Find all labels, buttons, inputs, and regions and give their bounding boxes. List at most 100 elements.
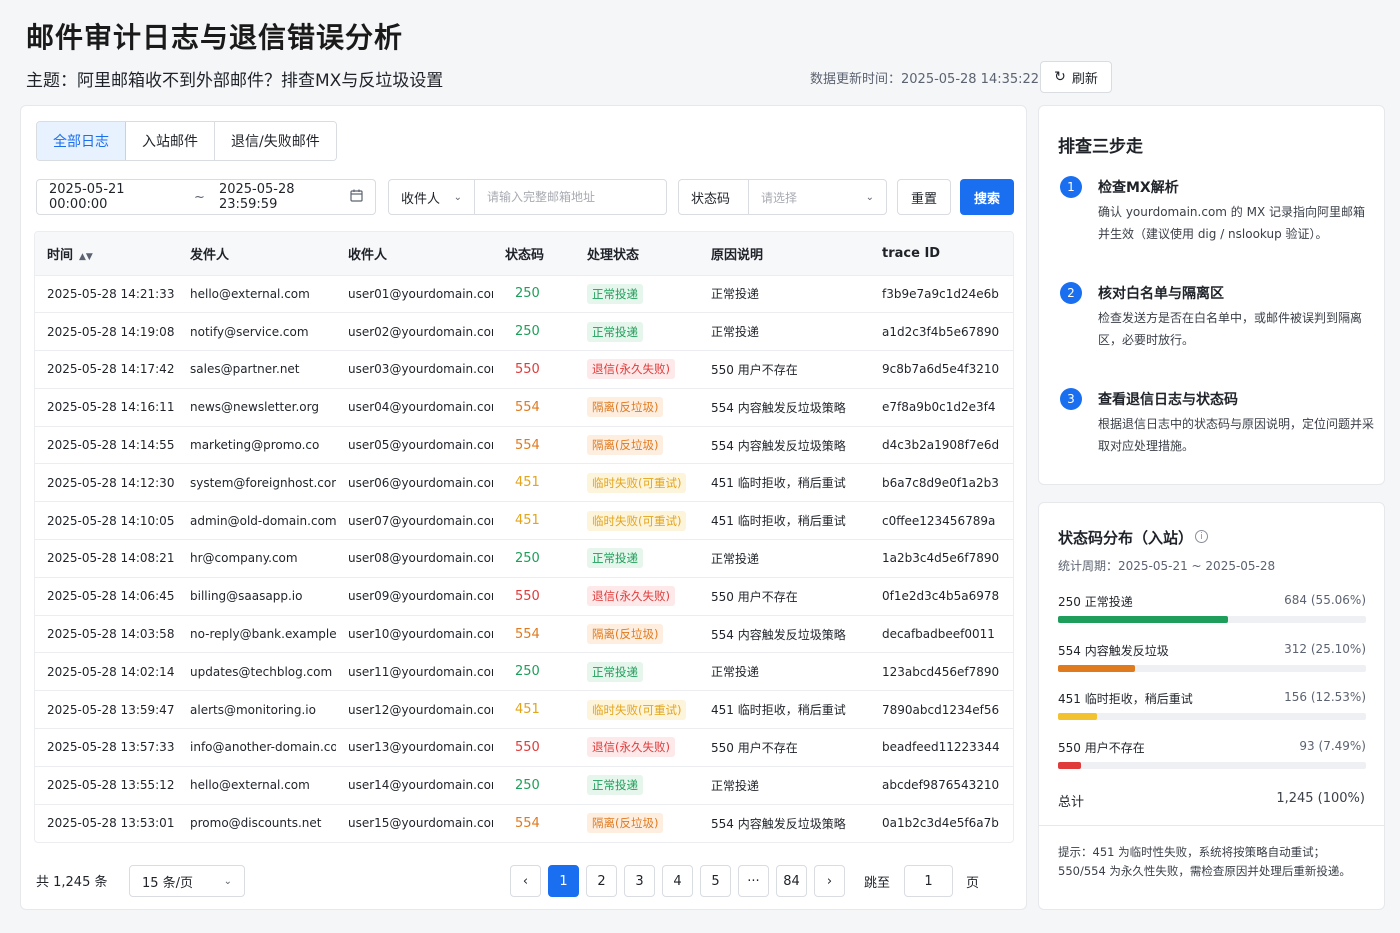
cell-time: 2025-05-28 14:12:30 [35, 463, 178, 503]
page-ellipsis[interactable]: ··· [738, 865, 769, 897]
date-range-picker[interactable]: 2025-05-21 00:00:00 ~ 2025-05-28 23:59:5… [36, 179, 376, 215]
refresh-label: 刷新 [1071, 71, 1098, 87]
search-button[interactable]: 搜索 [960, 179, 1014, 215]
cell-status-code: 550 [493, 728, 575, 767]
table-row[interactable]: 2025-05-28 13:55:12 hello@external.com use… [35, 766, 1013, 805]
cell-time: 2025-05-28 14:17:42 [35, 350, 178, 389]
status-code-select[interactable]: 请选择 ⌄ [749, 189, 886, 206]
table-row[interactable]: 2025-05-28 14:10:05 admin@old-domain.com u… [35, 501, 1013, 541]
status-badge: 隔离(反垃圾) [587, 397, 664, 418]
cell-process-status: 退信(永久失败) [575, 577, 699, 616]
page-size-select[interactable]: 15 条/页 ⌄ [129, 865, 245, 897]
cell-time: 2025-05-28 14:03:58 [35, 615, 178, 654]
page-button[interactable]: 2 [586, 865, 617, 897]
cell-process-status: 正常投递 [575, 539, 699, 578]
status-badge: 退信(永久失败) [587, 737, 675, 758]
update-time: 数据更新时间：2025-05-28 14:35:22 [810, 72, 1040, 87]
sort-icon[interactable]: ▲▼ [79, 252, 93, 262]
table-row[interactable]: 2025-05-28 14:16:11 news@newsletter.org us… [35, 388, 1013, 427]
cell-reason: 550 用户不存在 [699, 577, 870, 616]
col-recipient: 收件人 [336, 232, 493, 276]
cell-trace-id: 0f1e2d3c4b5a6978 [870, 577, 1013, 616]
cell-status-code: 250 [493, 652, 575, 692]
table-row[interactable]: 2025-05-28 13:57:33 info@another-domain.c… [35, 728, 1013, 767]
page-button[interactable]: 84 [776, 865, 807, 897]
page-button[interactable]: 1 [548, 865, 579, 897]
cell-process-status: 临时失败(可重试) [575, 690, 699, 730]
next-page-button[interactable]: › [814, 865, 845, 897]
cell-process-status: 退信(永久失败) [575, 350, 699, 389]
tab-all-logs[interactable]: 全部日志 [37, 122, 126, 160]
table-row[interactable]: 2025-05-28 14:12:30 system@foreignhost.co… [35, 463, 1013, 503]
cell-reason: 正常投递 [699, 539, 870, 578]
cell-reason: 正常投递 [699, 652, 870, 692]
tab-inbound[interactable]: 入站邮件 [126, 122, 215, 160]
table-row[interactable]: 2025-05-28 14:17:42 sales@partner.net user… [35, 350, 1013, 389]
table-row[interactable]: 2025-05-28 13:59:47 alerts@monitoring.io u… [35, 690, 1013, 730]
cell-recipient: user04@yourdomain.com [336, 388, 493, 427]
page-button[interactable]: 5 [700, 865, 731, 897]
cell-reason: 正常投递 [699, 766, 870, 805]
cell-process-status: 临时失败(可重试) [575, 501, 699, 541]
jump-page-input[interactable] [904, 865, 953, 897]
status-badge: 隔离(反垃圾) [587, 813, 664, 834]
cell-time: 2025-05-28 14:08:21 [35, 539, 178, 578]
table-row[interactable]: 2025-05-28 14:19:08 notify@service.com use… [35, 312, 1013, 352]
status-distribution-card: 状态码分布（入站） i 统计周期：2025-05-21 ~ 2025-05-28… [1038, 502, 1385, 910]
table-row[interactable]: 2025-05-28 13:53:01 promo@discounts.net us… [35, 804, 1013, 842]
cell-sender: sales@partner.net [178, 350, 336, 389]
step-description: 检查发送方是否在白名单中，或邮件被误判到隔离区，必要时放行。 [1098, 311, 1363, 347]
cell-recipient: user11@yourdomain.com [336, 652, 493, 692]
cell-sender: billing@saasapp.io [178, 577, 336, 616]
chevron-down-icon: ⌄ [453, 191, 462, 203]
cell-recipient: user10@yourdomain.com [336, 615, 493, 654]
page-button[interactable]: 4 [662, 865, 693, 897]
table-row[interactable]: 2025-05-28 14:21:33 hello@external.com use… [35, 275, 1013, 314]
cell-time: 2025-05-28 14:06:45 [35, 577, 178, 616]
cell-recipient: user08@yourdomain.com [336, 539, 493, 578]
table-row[interactable]: 2025-05-28 14:06:45 billing@saasapp.io use… [35, 577, 1013, 616]
tab-group: 全部日志 入站邮件 退信/失败邮件 [36, 121, 337, 161]
refresh-button[interactable]: ↻ 刷新 [1040, 61, 1112, 93]
cell-time: 2025-05-28 13:55:12 [35, 766, 178, 805]
cell-process-status: 临时失败(可重试) [575, 463, 699, 503]
step-title: 核对白名单与隔离区 [1098, 286, 1224, 302]
cell-reason: 554 内容触发反垃圾策略 [699, 426, 870, 465]
cell-trace-id: d4c3b2a1908f7e6d [870, 426, 1013, 465]
table-row[interactable]: 2025-05-28 14:03:58 no-reply@bank.example… [35, 615, 1013, 654]
cell-trace-id: e7f8a9b0c1d2e3f4 [870, 388, 1013, 427]
filter-bar: 2025-05-21 00:00:00 ~ 2025-05-28 23:59:5… [36, 179, 1016, 215]
cell-trace-id: 123abcd456ef7890 [870, 652, 1013, 692]
col-time[interactable]: 时间 ▲▼ [35, 232, 178, 276]
status-badge: 临时失败(可重试) [587, 510, 687, 531]
cell-reason: 550 用户不存在 [699, 728, 870, 767]
page-button[interactable]: 3 [624, 865, 655, 897]
table-row[interactable]: 2025-05-28 14:14:55 marketing@promo.co use… [35, 426, 1013, 465]
tab-bounced[interactable]: 退信/失败邮件 [215, 122, 336, 160]
calendar-icon [350, 189, 363, 206]
log-panel: 全部日志 入站邮件 退信/失败邮件 2025-05-21 00:00:00 ~ … [20, 105, 1027, 910]
cell-status-code: 451 [493, 690, 575, 730]
prev-page-button[interactable]: ‹ [510, 865, 541, 897]
distribution-bar [1058, 713, 1097, 720]
status-code-label: 状态码 [679, 180, 749, 214]
col-time-label: 时间 [47, 247, 74, 263]
status-badge: 正常投递 [587, 283, 643, 304]
cell-time: 2025-05-28 13:59:47 [35, 690, 178, 730]
distribution-label: 550 用户不存在 [1058, 741, 1145, 755]
cell-time: 2025-05-28 14:14:55 [35, 426, 178, 465]
reset-button[interactable]: 重置 [897, 179, 951, 215]
cell-trace-id: 1a2b3c4d5e6f7890 [870, 539, 1013, 578]
recipient-field-select[interactable]: 收件人 ⌄ [389, 180, 475, 214]
pager: ‹ 1 2 3 4 5 ··· 84 › [510, 865, 845, 897]
cell-trace-id: 9c8b7a6d5e4f3210 [870, 350, 1013, 389]
distribution-bar-track [1058, 616, 1366, 623]
status-badge: 隔离(反垃圾) [587, 435, 664, 456]
distribution-value: 684 (55.06%) [1284, 593, 1366, 607]
recipient-input[interactable] [475, 180, 666, 214]
table-row[interactable]: 2025-05-28 14:02:14 updates@techblog.com u… [35, 652, 1013, 692]
table-row[interactable]: 2025-05-28 14:08:21 hr@company.com user08@… [35, 539, 1013, 578]
cell-recipient: user14@yourdomain.com [336, 766, 493, 805]
distribution-bar-track [1058, 762, 1366, 769]
info-icon[interactable]: i [1195, 530, 1208, 543]
